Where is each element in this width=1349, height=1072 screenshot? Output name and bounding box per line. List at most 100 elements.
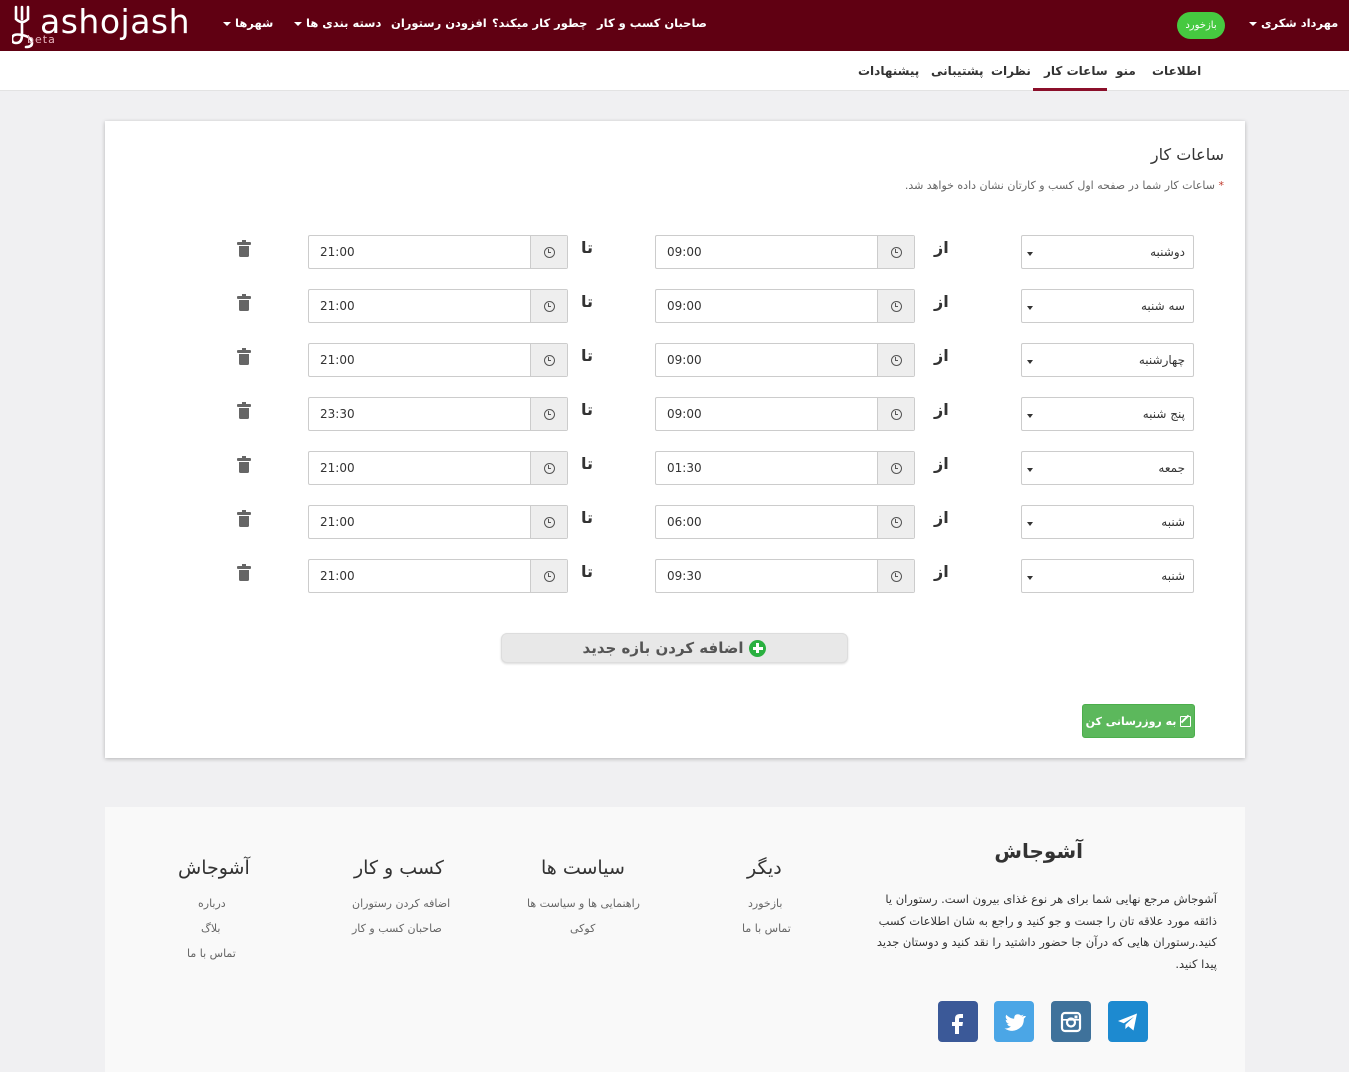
- day-select[interactable]: دوشنبه: [1021, 235, 1194, 269]
- clock-icon: [890, 570, 902, 582]
- day-select[interactable]: پنج شنبه: [1021, 397, 1194, 431]
- to-label: تا: [581, 400, 594, 419]
- from-time-value: 09:00: [667, 299, 702, 313]
- caret-down-icon: [1027, 576, 1033, 580]
- tab-hours[interactable]: ساعات کار: [1044, 64, 1108, 78]
- day-select[interactable]: چهارشنبه: [1021, 343, 1194, 377]
- telegram-icon: [1118, 1013, 1137, 1030]
- clock-button[interactable]: [530, 560, 567, 592]
- nav-cities[interactable]: شهرها: [219, 16, 273, 30]
- clock-button[interactable]: [530, 290, 567, 322]
- clock-button[interactable]: [877, 398, 914, 430]
- footer-link-add-restaurant[interactable]: اضافه کردن رستوران: [352, 897, 450, 910]
- day-select[interactable]: شنبه: [1021, 559, 1194, 593]
- facebook-link[interactable]: [938, 1001, 978, 1042]
- tab-reviews[interactable]: نظرات: [991, 64, 1031, 78]
- to-time-input[interactable]: 21:00: [308, 451, 568, 485]
- instagram-link[interactable]: [1051, 1001, 1091, 1042]
- footer-link-contact[interactable]: تماس با ما: [742, 922, 791, 935]
- trash-icon[interactable]: [237, 564, 251, 581]
- update-button[interactable]: به روزرسانی کن: [1082, 704, 1195, 738]
- from-label: از: [934, 400, 949, 419]
- twitter-link[interactable]: [994, 1001, 1034, 1042]
- note-star: *: [1218, 179, 1225, 192]
- from-time-input[interactable]: 06:00: [655, 505, 915, 539]
- clock-button[interactable]: [530, 452, 567, 484]
- trash-icon[interactable]: [237, 510, 251, 527]
- day-select[interactable]: سه شنبه: [1021, 289, 1194, 323]
- footer: آشوجاش آشوجاش مرجع نهایی شما برای هر نوع…: [105, 807, 1245, 1072]
- clock-button[interactable]: [530, 506, 567, 538]
- trash-icon[interactable]: [237, 348, 251, 365]
- day-select[interactable]: جمعه: [1021, 451, 1194, 485]
- day-select-value: شنبه: [1161, 569, 1185, 583]
- clock-icon: [543, 246, 555, 258]
- to-time-input[interactable]: 23:30: [308, 397, 568, 431]
- footer-link-contact-us[interactable]: تماس با ما: [187, 947, 236, 960]
- trash-icon[interactable]: [237, 294, 251, 311]
- from-time-input[interactable]: 09:00: [655, 235, 915, 269]
- from-time-input[interactable]: 09:00: [655, 397, 915, 431]
- nav-business-owners[interactable]: صاحبان کسب و کار: [597, 16, 707, 30]
- footer-col-other-title: دیگر: [747, 857, 782, 879]
- tab-info[interactable]: اطلاعات: [1152, 64, 1201, 78]
- clock-button[interactable]: [877, 290, 914, 322]
- to-time-input[interactable]: 21:00: [308, 559, 568, 593]
- footer-link-business-owners[interactable]: صاحبان کسب و کار: [352, 922, 442, 935]
- footer-link-guidelines[interactable]: راهنمایی ها و سیاست ها: [527, 897, 640, 910]
- clock-button[interactable]: [877, 560, 914, 592]
- to-time-value: 23:30: [320, 407, 355, 421]
- tab-support[interactable]: پشتیبانی: [931, 64, 984, 78]
- from-label: از: [934, 292, 949, 311]
- working-hours-card: ساعات کار * ساعات کار شما در صفحه اول کس…: [105, 121, 1245, 758]
- logo-text: ashojash: [40, 2, 191, 41]
- clock-button[interactable]: [530, 398, 567, 430]
- clock-icon: [890, 516, 902, 528]
- footer-col-ashojash-title: آشوجاش: [178, 857, 250, 879]
- to-label: تا: [581, 508, 594, 527]
- to-time-input[interactable]: 21:00: [308, 235, 568, 269]
- footer-link-about[interactable]: درباره: [198, 897, 226, 910]
- nav-how-it-works[interactable]: چطور کار میکند؟: [492, 16, 587, 30]
- to-time-input[interactable]: 21:00: [308, 289, 568, 323]
- day-select[interactable]: شنبه: [1021, 505, 1194, 539]
- from-time-input[interactable]: 09:30: [655, 559, 915, 593]
- user-menu[interactable]: مهرداد شکری: [1245, 16, 1338, 30]
- from-time-input[interactable]: 09:00: [655, 343, 915, 377]
- footer-link-blog[interactable]: بلاگ: [201, 922, 220, 935]
- footer-link-feedback[interactable]: بازخورد: [748, 897, 782, 910]
- hours-row: سه شنبه از 09:00 تا 21:00: [105, 289, 1245, 323]
- tab-menu[interactable]: منو: [1116, 64, 1136, 78]
- to-time-input[interactable]: 21:00: [308, 343, 568, 377]
- from-time-value: 09:00: [667, 407, 702, 421]
- clock-button[interactable]: [877, 344, 914, 376]
- clock-button[interactable]: [877, 236, 914, 268]
- clock-button[interactable]: [530, 344, 567, 376]
- caret-down-icon: [1027, 360, 1033, 364]
- footer-link-cookie[interactable]: کوکی: [570, 922, 595, 935]
- to-label: تا: [581, 562, 594, 581]
- from-label: از: [934, 562, 949, 581]
- from-time-input[interactable]: 01:30: [655, 451, 915, 485]
- feedback-button[interactable]: بازخورد: [1177, 12, 1225, 39]
- add-interval-button[interactable]: اضافه کردن بازه جدید: [501, 633, 848, 663]
- from-time-value: 01:30: [667, 461, 702, 475]
- nav-add-restaurant[interactable]: افزودن رستوران: [391, 16, 487, 30]
- clock-icon: [890, 354, 902, 366]
- trash-icon[interactable]: [237, 402, 251, 419]
- clock-button[interactable]: [877, 452, 914, 484]
- to-time-input[interactable]: 21:00: [308, 505, 568, 539]
- tab-offers[interactable]: پیشنهادات: [858, 64, 919, 78]
- clock-button[interactable]: [877, 506, 914, 538]
- nav-categories[interactable]: دسته بندی ها: [290, 16, 381, 30]
- from-time-input[interactable]: 09:00: [655, 289, 915, 323]
- caret-down-icon: [1027, 522, 1033, 526]
- day-select-value: سه شنبه: [1140, 299, 1185, 313]
- footer-col-policies-title: سیاست ها: [541, 857, 625, 879]
- trash-icon[interactable]: [237, 240, 251, 257]
- caret-down-icon: [1027, 468, 1033, 472]
- clock-button[interactable]: [530, 236, 567, 268]
- clock-icon: [543, 516, 555, 528]
- telegram-link[interactable]: [1108, 1001, 1148, 1042]
- trash-icon[interactable]: [237, 456, 251, 473]
